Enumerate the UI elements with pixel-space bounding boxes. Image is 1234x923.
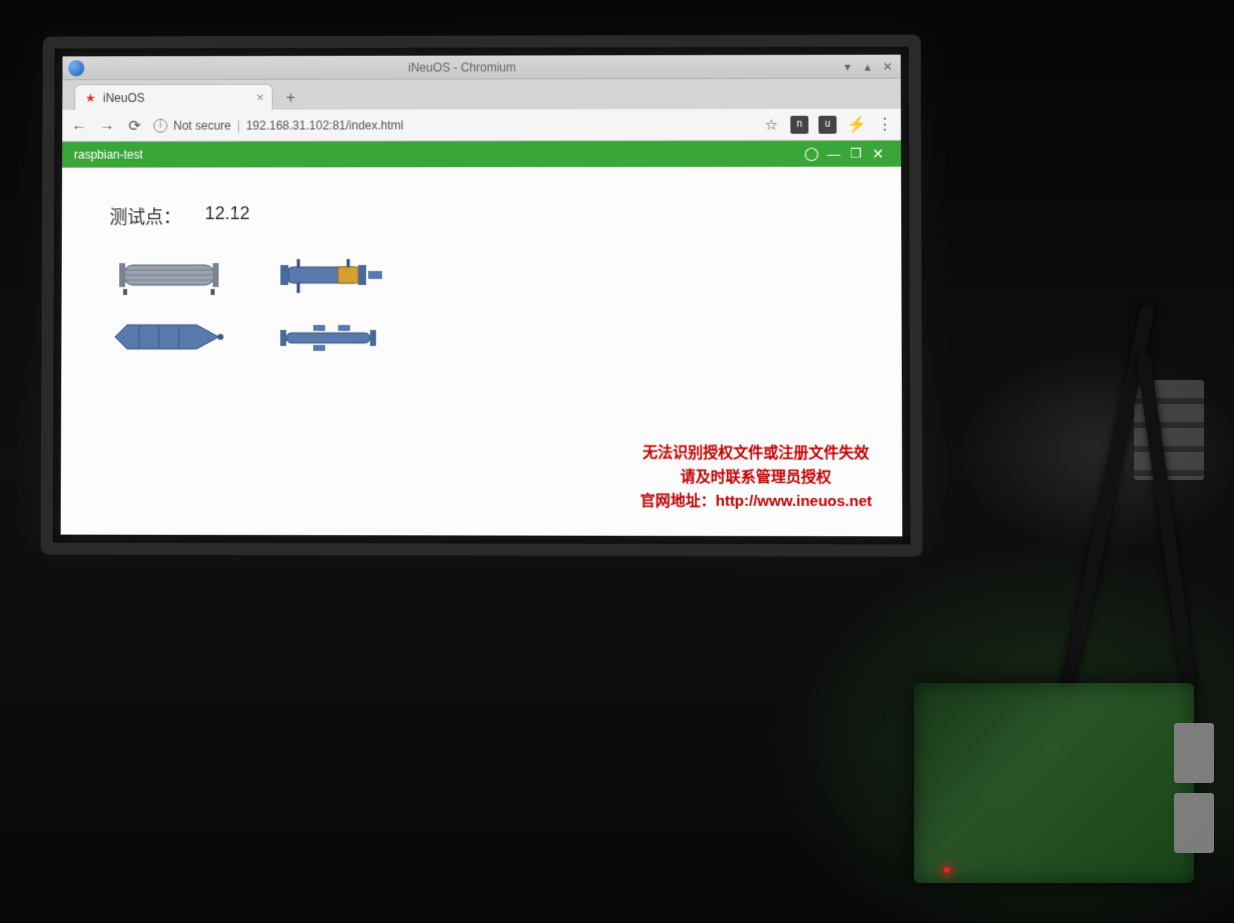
app-title: raspbian-test (74, 147, 800, 162)
extension-bolt-icon[interactable]: ⚡ (847, 114, 867, 134)
url-separator: | (237, 118, 240, 132)
equipment-vessel-icon (109, 315, 229, 359)
extension-icon-1[interactable]: n (790, 115, 808, 133)
browser-tabstrip: ★ iNeuOS × + (62, 79, 901, 110)
equipment-grid (109, 253, 853, 359)
tab-close-button[interactable]: × (256, 90, 264, 105)
license-url-link[interactable]: http://www.ineuos.net (716, 493, 872, 510)
app-refresh-button[interactable]: ◯ (800, 146, 822, 162)
security-status-label: Not secure (173, 118, 231, 132)
raspberry-pi-board (914, 683, 1194, 883)
license-line-1: 无法识别授权文件或注册文件失效 (640, 441, 872, 465)
tab-title: iNeuOS (103, 90, 145, 104)
address-bar[interactable]: i Not secure | 192.168.31.102:81/index.h… (154, 117, 753, 132)
extension-icon-2[interactable]: u (819, 115, 837, 133)
license-line-3: 官网地址：http://www.ineuos.net (640, 490, 872, 515)
license-line-2: 请及时联系管理员授权 (640, 465, 872, 489)
app-minimize-button[interactable]: — (823, 146, 845, 161)
window-close-button[interactable]: ✕ (881, 59, 895, 73)
app-maximize-button[interactable]: ❐ (845, 146, 867, 162)
forward-button[interactable]: → (98, 117, 116, 134)
screen-area: iNeuOS - Chromium ▾ ▴ ✕ ★ iNeuOS × + ← →… (61, 55, 903, 537)
window-maximize-button[interactable]: ▴ (860, 59, 874, 73)
testpoint-readout: 测试点： 12.12 (109, 203, 852, 229)
os-window-titlebar: iNeuOS - Chromium ▾ ▴ ✕ (62, 55, 900, 81)
favicon-star-icon: ★ (85, 92, 97, 104)
bookmark-star-icon[interactable]: ☆ (762, 115, 780, 133)
window-minimize-button[interactable]: ▾ (840, 59, 854, 73)
app-close-button[interactable]: ✕ (867, 145, 889, 162)
chromium-app-icon (68, 60, 84, 76)
license-error-message: 无法识别授权文件或注册文件失效 请及时联系管理员授权 官网地址：http://w… (640, 441, 872, 514)
browser-menu-button[interactable]: ⋮ (877, 114, 893, 134)
site-info-icon[interactable]: i (154, 118, 168, 132)
testpoint-label: 测试点： (109, 203, 181, 229)
physical-monitor: iNeuOS - Chromium ▾ ▴ ✕ ★ iNeuOS × + ← →… (41, 35, 923, 557)
url-text: 192.168.31.102:81/index.html (246, 118, 403, 132)
testpoint-value: 12.12 (205, 203, 250, 229)
new-tab-button[interactable]: + (279, 88, 303, 110)
license-url-prefix: 官网地址： (640, 493, 715, 510)
os-window-title: iNeuOS - Chromium (92, 59, 834, 74)
equipment-shell-tube-icon (109, 253, 228, 297)
page-content: 测试点： 12.12 (61, 167, 903, 537)
browser-tab-active[interactable]: ★ iNeuOS × (74, 84, 273, 110)
equipment-exchanger-blue-icon (268, 253, 388, 297)
app-titlebar: raspbian-test ◯ — ❐ ✕ (62, 141, 901, 168)
equipment-thin-exchanger-icon (268, 315, 388, 359)
back-button[interactable]: ← (70, 117, 88, 134)
reload-button[interactable]: ⟳ (126, 116, 144, 134)
browser-toolbar: ← → ⟳ i Not secure | 192.168.31.102:81/i… (62, 109, 901, 142)
